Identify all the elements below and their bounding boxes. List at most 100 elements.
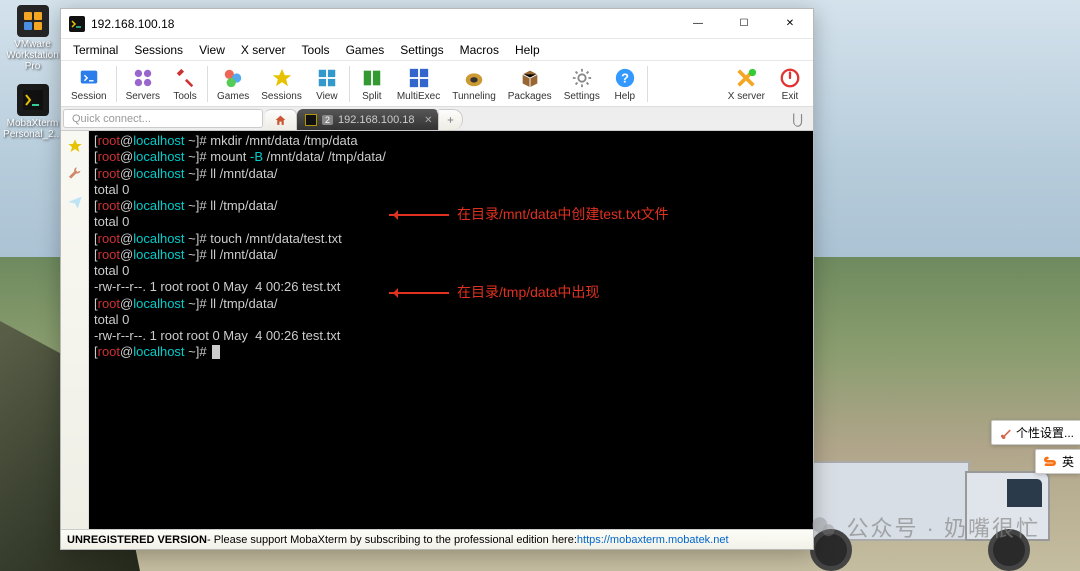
tray-widgets: 个性设置... 英 [991, 420, 1080, 474]
macros-side-button[interactable] [64, 191, 86, 213]
menu-settings[interactable]: Settings [392, 41, 451, 59]
send-icon [67, 194, 83, 210]
menu-tools[interactable]: Tools [294, 41, 338, 59]
svg-text:?: ? [621, 70, 629, 85]
x-icon [734, 66, 758, 90]
watermark-text: 公众号 · 奶嘴很忙 [846, 511, 1040, 543]
servers-icon [131, 66, 155, 90]
terminal-line: [root@localhost ~]# mount -B /mnt/data/ … [94, 149, 808, 165]
terminal-line: [root@localhost ~]# touch /mnt/data/test… [94, 231, 808, 247]
terminal-line: total 0 [94, 182, 808, 198]
menubar: TerminalSessionsViewX serverToolsGamesSe… [61, 39, 813, 61]
home-tab[interactable] [265, 109, 297, 130]
desktop-shortcut-label: MobaXterm Personal_2... [3, 118, 62, 140]
status-link[interactable]: https://mobaxterm.mobatek.net [577, 534, 729, 546]
arrow-icon [389, 214, 449, 216]
unregistered-label: UNREGISTERED VERSION [67, 534, 207, 546]
menu-help[interactable]: Help [507, 41, 548, 59]
toolbar-multiexec-button[interactable]: MultiExec [391, 64, 446, 104]
personalization-button[interactable]: 个性设置... [991, 420, 1080, 445]
terminal-line: total 0 [94, 312, 808, 328]
annotation: 在目录/mnt/data中创建test.txt文件 [389, 206, 669, 224]
games-icon [221, 66, 245, 90]
menu-x-server[interactable]: X server [233, 41, 294, 59]
maximize-button[interactable]: ☐ [721, 9, 767, 38]
tools-icon [173, 66, 197, 90]
desktop-shortcut-vmware[interactable]: VMware Workstation Pro [5, 5, 60, 72]
toolbar-tunneling-button[interactable]: Tunneling [446, 64, 502, 104]
status-bar: UNREGISTERED VERSION - Please support Mo… [61, 529, 813, 549]
toolbar-sessions-button[interactable]: Sessions [255, 64, 308, 104]
brush-icon [998, 426, 1012, 440]
watermark: 公众号 · 奶嘴很忙 [810, 511, 1040, 543]
terminal-line: [root@localhost ~]# mkdir /mnt/data /tmp… [94, 133, 808, 149]
quick-connect-input[interactable]: Quick connect... [63, 109, 263, 128]
terminal-line: -rw-r--r--. 1 root root 0 May 4 00:26 te… [94, 328, 808, 344]
toolbar-packages-button[interactable]: Packages [502, 64, 558, 104]
wechat-icon [810, 514, 836, 540]
star-icon [67, 138, 83, 154]
multiexec-icon [407, 66, 431, 90]
toolbar-view-button[interactable]: View [308, 64, 346, 104]
toolbar-session-button[interactable]: Session [65, 64, 113, 104]
split-icon [360, 66, 384, 90]
tab-label: 192.168.100.18 [338, 114, 414, 126]
toolbar-x-server-button[interactable]: X server [722, 64, 771, 104]
terminal-line: [root@localhost ~]# ll /mnt/data/ [94, 166, 808, 182]
menu-view[interactable]: View [191, 41, 233, 59]
menu-games[interactable]: Games [338, 41, 393, 59]
star-icon [270, 66, 294, 90]
terminal-icon [305, 114, 317, 126]
tools-side-button[interactable] [64, 163, 86, 185]
titlebar[interactable]: 192.168.100.18 — ☐ ✕ [61, 9, 813, 39]
mobaxterm-icon [17, 84, 49, 116]
tab-session-number: 2 [322, 115, 333, 125]
terminal-line: [root@localhost ~]# [94, 344, 808, 360]
annotation: 在目录/tmp/data中出现 [389, 284, 599, 302]
window-title: 192.168.100.18 [91, 17, 675, 31]
toolbar-games-button[interactable]: Games [211, 64, 255, 104]
close-button[interactable]: ✕ [767, 9, 813, 38]
bookmarks-button[interactable] [64, 135, 86, 157]
menu-sessions[interactable]: Sessions [126, 41, 191, 59]
terminal-output[interactable]: [root@localhost ~]# mkdir /mnt/data /tmp… [89, 131, 813, 529]
toolbar-exit-button[interactable]: Exit [771, 64, 809, 104]
gear-icon [570, 66, 594, 90]
paperclip-icon[interactable] [788, 109, 811, 132]
sogou-icon [1042, 454, 1058, 470]
exit-icon [778, 66, 802, 90]
new-tab-button[interactable] [439, 109, 463, 130]
terminal-line: [root@localhost ~]# ll /mnt/data/ [94, 247, 808, 263]
wrench-icon [67, 166, 83, 182]
tab-bar: Quick connect... 2 192.168.100.18 ✕ [61, 107, 813, 131]
mobaxterm-window: 192.168.100.18 — ☐ ✕ TerminalSessionsVie… [60, 8, 814, 550]
toolbar-split-button[interactable]: Split [353, 64, 391, 104]
vmware-icon [17, 5, 49, 37]
terminal-icon [77, 66, 101, 90]
toolbar-help-button[interactable]: ?Help [606, 64, 644, 104]
home-icon [274, 114, 287, 127]
ime-indicator[interactable]: 英 [1035, 449, 1080, 474]
menu-terminal[interactable]: Terminal [65, 41, 126, 59]
view-icon [315, 66, 339, 90]
plus-icon [447, 115, 454, 125]
app-icon [69, 16, 85, 32]
terminal-line: total 0 [94, 263, 808, 279]
minimize-button[interactable]: — [675, 9, 721, 38]
desktop-icons: VMware Workstation Pro MobaXterm Persona… [5, 5, 60, 140]
toolbar-tools-button[interactable]: Tools [166, 64, 204, 104]
tunnel-icon [462, 66, 486, 90]
toolbar: SessionServersToolsGamesSessionsViewSpli… [61, 61, 813, 107]
packages-icon [518, 66, 542, 90]
toolbar-servers-button[interactable]: Servers [120, 64, 166, 104]
help-icon: ? [613, 66, 637, 90]
session-tab-active[interactable]: 2 192.168.100.18 ✕ [297, 109, 439, 130]
tab-close-icon[interactable]: ✕ [424, 115, 432, 126]
desktop-shortcut-label: VMware Workstation Pro [5, 39, 60, 72]
arrow-icon [389, 292, 449, 294]
toolbar-settings-button[interactable]: Settings [558, 64, 606, 104]
desktop-shortcut-mobaxterm[interactable]: MobaXterm Personal_2... [5, 84, 60, 140]
side-toolbar [61, 131, 89, 529]
menu-macros[interactable]: Macros [452, 41, 507, 59]
status-message: - Please support MobaXterm by subscribin… [207, 534, 577, 546]
